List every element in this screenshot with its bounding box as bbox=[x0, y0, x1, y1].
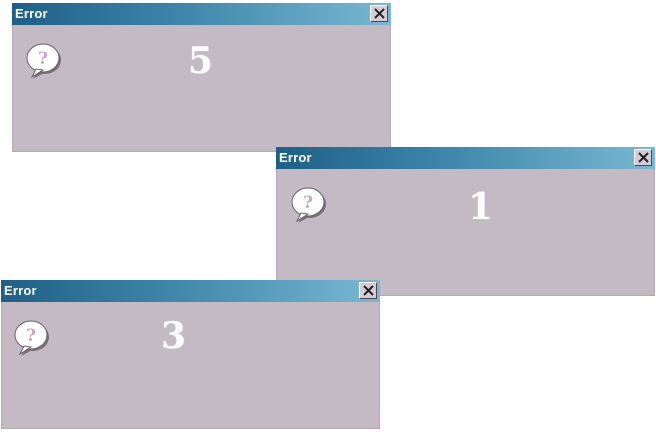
question-bubble-icon: ? bbox=[291, 187, 326, 223]
close-icon bbox=[363, 285, 374, 296]
question-bubble-icon: ? bbox=[26, 43, 61, 79]
dialog-title: Error bbox=[279, 150, 312, 165]
svg-text:?: ? bbox=[303, 193, 313, 213]
svg-text:?: ? bbox=[38, 49, 48, 69]
close-button[interactable] bbox=[634, 149, 652, 166]
error-dialog-3: Error ? 3 bbox=[1, 280, 380, 429]
dialog-number: 1 bbox=[468, 186, 494, 228]
error-dialog-2: Error ? 1 bbox=[276, 147, 655, 296]
dialog-number: 5 bbox=[188, 40, 214, 82]
title-bar[interactable]: Error bbox=[12, 3, 391, 25]
close-button[interactable] bbox=[359, 282, 377, 299]
close-icon bbox=[638, 152, 649, 163]
title-bar[interactable]: Error bbox=[1, 280, 380, 302]
question-bubble-icon: ? bbox=[14, 320, 49, 356]
dialog-title: Error bbox=[4, 283, 37, 298]
close-icon bbox=[374, 8, 385, 19]
svg-text:?: ? bbox=[26, 326, 36, 346]
error-dialog-1: Error ? 5 bbox=[12, 3, 391, 152]
title-bar[interactable]: Error bbox=[276, 147, 655, 169]
close-button[interactable] bbox=[370, 5, 388, 22]
dialog-number: 3 bbox=[161, 315, 187, 357]
dialog-title: Error bbox=[15, 6, 48, 21]
